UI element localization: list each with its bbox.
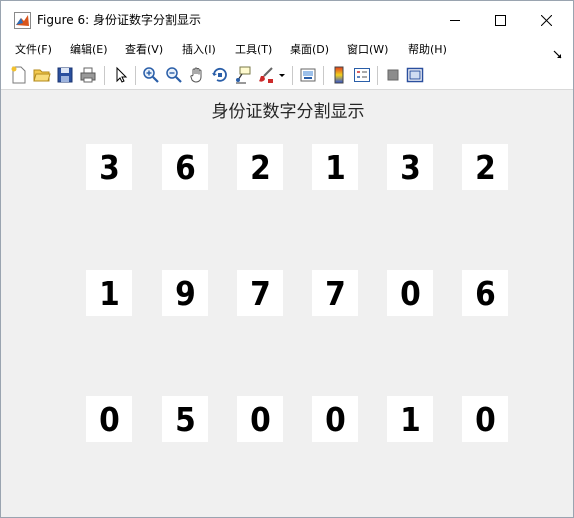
- digit-subplot[interactable]: 9: [162, 270, 208, 316]
- save-icon[interactable]: [56, 66, 74, 84]
- show-plot-tools-icon[interactable]: [406, 66, 424, 84]
- digit-image: 7: [324, 273, 346, 313]
- window-title: Figure 6: 身份证数字分割显示: [37, 13, 201, 27]
- digit-image: 0: [399, 273, 421, 313]
- menu-view[interactable]: 查看(V): [125, 42, 163, 57]
- digit-subplot[interactable]: 6: [162, 144, 208, 190]
- open-file-icon[interactable]: [33, 66, 51, 84]
- menu-bar: 文件(F) 编辑(E) 查看(V) 插入(I) 工具(T) 桌面(D) 窗口(W…: [1, 39, 573, 61]
- digit-image: 0: [324, 399, 346, 439]
- digit-image: 1: [399, 399, 421, 439]
- new-figure-icon[interactable]: [10, 66, 28, 84]
- digit-subplot[interactable]: 7: [237, 270, 283, 316]
- digit-image: 5: [174, 399, 196, 439]
- digit-image: 2: [474, 147, 496, 187]
- digit-image: 2: [249, 147, 271, 187]
- zoom-in-icon[interactable]: [142, 66, 160, 84]
- digit-subplot[interactable]: 0: [387, 270, 433, 316]
- toolbar-separator: [104, 66, 105, 85]
- digit-image: 7: [249, 273, 271, 313]
- digit-image: 6: [174, 147, 196, 187]
- close-button[interactable]: [523, 1, 569, 39]
- zoom-out-icon[interactable]: [165, 66, 183, 84]
- brush-icon[interactable]: [257, 66, 275, 84]
- digit-subplot[interactable]: 7: [312, 270, 358, 316]
- digit-subplot[interactable]: 0: [86, 396, 132, 442]
- insert-legend-icon[interactable]: [353, 66, 371, 84]
- digit-subplot[interactable]: 5: [162, 396, 208, 442]
- digit-subplot[interactable]: 2: [462, 144, 508, 190]
- figure-canvas[interactable]: 身份证数字分割显示 3 6 2 1 3 2 1 9 7 7 0 6 0 5 0 0 1 0: [1, 90, 573, 517]
- digit-subplot[interactable]: 0: [312, 396, 358, 442]
- pointer-icon[interactable]: [112, 66, 130, 84]
- figure-title: 身份证数字分割显示: [211, 102, 365, 122]
- hide-plot-tools-icon[interactable]: [384, 66, 402, 84]
- menu-file[interactable]: 文件(F): [15, 42, 52, 57]
- rotate-3d-icon[interactable]: [211, 66, 229, 84]
- digit-subplot[interactable]: 6: [462, 270, 508, 316]
- menu-desktop[interactable]: 桌面(D): [290, 42, 329, 57]
- digit-image: 9: [174, 273, 196, 313]
- menu-insert[interactable]: 插入(I): [182, 42, 216, 57]
- print-icon[interactable]: [79, 66, 97, 84]
- maximize-icon: [494, 14, 506, 26]
- toolbar-separator: [135, 66, 136, 85]
- dock-arrow-icon[interactable]: [553, 45, 563, 59]
- insert-colorbar-icon[interactable]: [330, 66, 348, 84]
- toolbar-separator: [377, 66, 378, 85]
- maximize-button[interactable]: [477, 1, 523, 39]
- menu-window[interactable]: 窗口(W): [347, 42, 388, 57]
- toolbar-separator: [292, 66, 293, 85]
- digit-image: 0: [98, 399, 120, 439]
- digit-subplot[interactable]: 0: [462, 396, 508, 442]
- digit-subplot[interactable]: 3: [86, 144, 132, 190]
- figure-window: Figure 6: 身份证数字分割显示 文件(F) 编辑(E) 查看(V) 插入…: [0, 0, 574, 518]
- digit-subplot[interactable]: 1: [86, 270, 132, 316]
- figure-toolbar: [1, 61, 573, 90]
- minimize-icon: [449, 19, 460, 21]
- digit-image: 3: [399, 147, 421, 187]
- digit-subplot[interactable]: 1: [312, 144, 358, 190]
- digit-image: 0: [474, 399, 496, 439]
- title-bar[interactable]: Figure 6: 身份证数字分割显示: [1, 1, 573, 39]
- toolbar-separator: [323, 66, 324, 85]
- digit-subplot[interactable]: 0: [237, 396, 283, 442]
- link-plot-icon[interactable]: [299, 66, 317, 84]
- digit-image: 6: [474, 273, 496, 313]
- menu-tools[interactable]: 工具(T): [235, 42, 272, 57]
- digit-image: 0: [249, 399, 271, 439]
- close-icon: [540, 14, 552, 26]
- pan-icon[interactable]: [188, 66, 206, 84]
- brush-dropdown-icon[interactable]: [277, 66, 287, 84]
- menu-edit[interactable]: 编辑(E): [70, 42, 108, 57]
- digit-subplot[interactable]: 2: [237, 144, 283, 190]
- digit-subplot[interactable]: 3: [387, 144, 433, 190]
- digit-subplot[interactable]: 1: [387, 396, 433, 442]
- menu-help[interactable]: 帮助(H): [408, 42, 447, 57]
- minimize-button[interactable]: [432, 1, 478, 39]
- digit-image: 1: [324, 147, 346, 187]
- digit-image: 3: [98, 147, 120, 187]
- digit-image: 1: [98, 273, 120, 313]
- matlab-icon: [14, 12, 31, 29]
- data-cursor-icon[interactable]: [234, 66, 252, 84]
